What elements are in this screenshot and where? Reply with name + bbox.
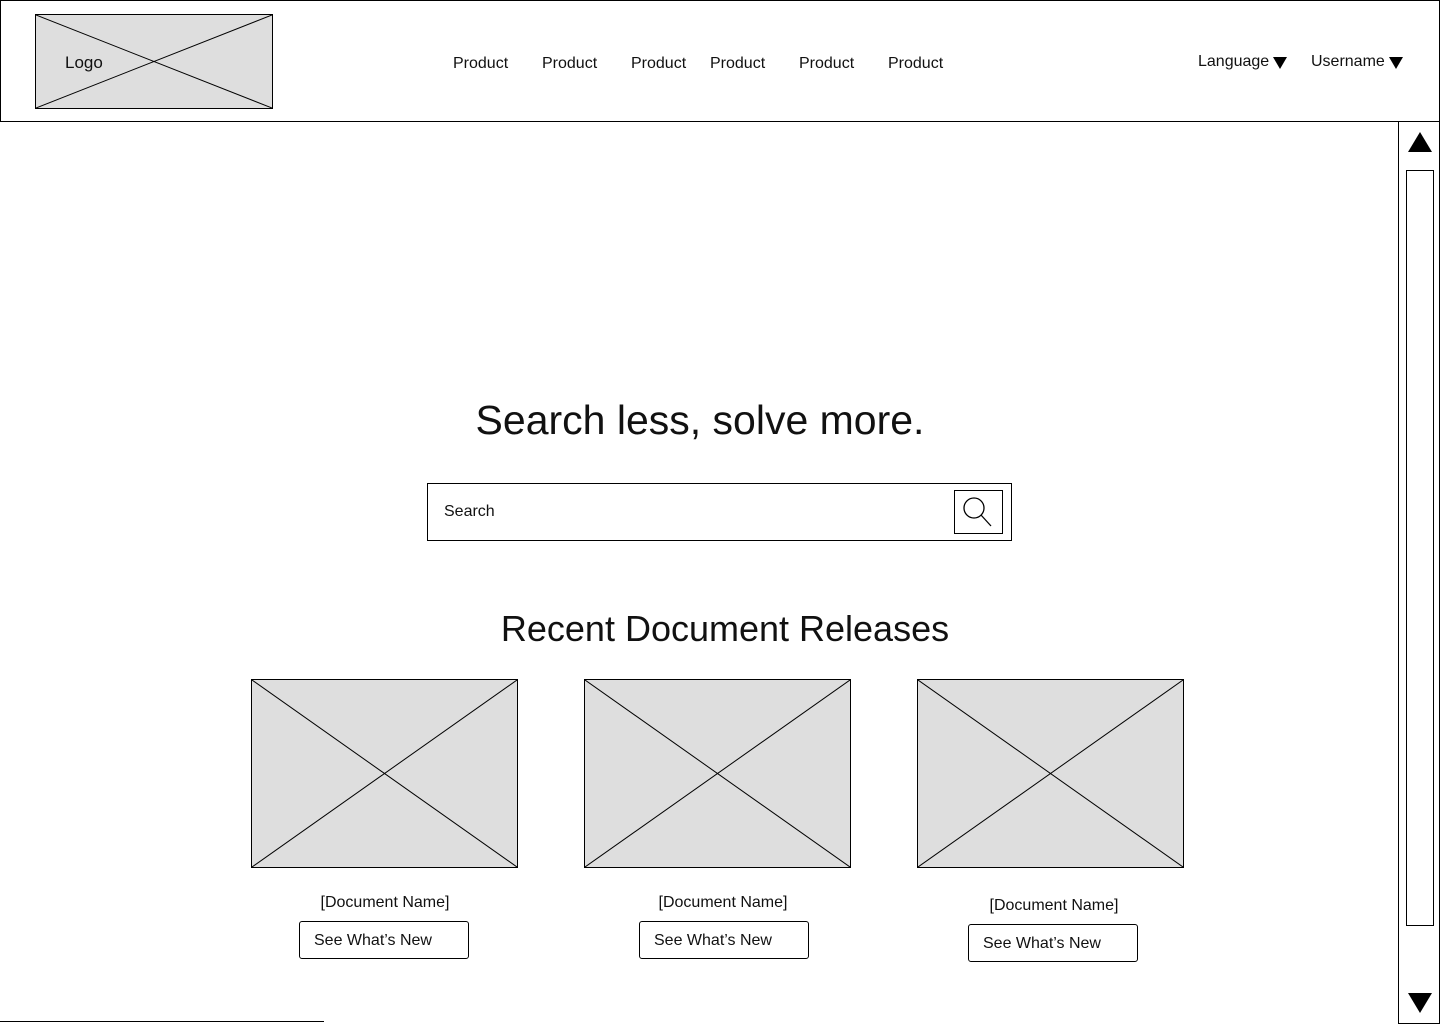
- language-dropdown[interactable]: Language: [1198, 53, 1288, 71]
- chevron-down-icon: [1388, 57, 1403, 69]
- search-box: [427, 483, 1012, 541]
- nav-item-product-4[interactable]: Product: [710, 55, 765, 73]
- hero-title: Search less, solve more.: [475, 397, 925, 443]
- chevron-down-icon: [1273, 57, 1288, 69]
- search-button[interactable]: [954, 490, 1003, 534]
- logo-label: Logo: [65, 53, 103, 72]
- see-whats-new-button-1[interactable]: See What’s New: [299, 921, 469, 959]
- document-thumbnail-3[interactable]: [917, 679, 1184, 868]
- nav-item-product-5[interactable]: Product: [799, 55, 854, 73]
- vertical-scrollbar[interactable]: [1398, 121, 1440, 1024]
- image-placeholder-icon: [585, 680, 850, 867]
- nav-item-product-1[interactable]: Product: [453, 55, 508, 73]
- see-whats-new-button-3[interactable]: See What’s New: [968, 924, 1138, 962]
- document-name-1: [Document Name]: [320, 894, 450, 911]
- language-label: Language: [1198, 53, 1270, 70]
- scroll-up-icon[interactable]: [1408, 132, 1432, 152]
- logo[interactable]: Logo: [35, 14, 273, 109]
- scroll-thumb[interactable]: [1406, 170, 1434, 926]
- search-icon: [963, 497, 992, 527]
- see-whats-new-button-2[interactable]: See What’s New: [639, 921, 809, 959]
- nav-item-product-3[interactable]: Product: [631, 55, 686, 73]
- search-input[interactable]: [444, 498, 944, 526]
- username-label: Username: [1311, 53, 1385, 70]
- document-thumbnail-1[interactable]: [251, 679, 518, 868]
- image-placeholder-icon: [918, 680, 1183, 867]
- document-name-2: [Document Name]: [658, 894, 788, 911]
- page: Logo Product Product Product Product Pro…: [0, 0, 1440, 1024]
- divider: [0, 1021, 324, 1022]
- document-thumbnail-2[interactable]: [584, 679, 851, 868]
- header: Logo Product Product Product Product Pro…: [0, 0, 1440, 122]
- username-dropdown[interactable]: Username: [1311, 53, 1403, 71]
- recent-releases-title: Recent Document Releases: [500, 608, 950, 649]
- scroll-down-icon[interactable]: [1408, 993, 1432, 1013]
- image-placeholder-icon: [252, 680, 517, 867]
- document-name-3: [Document Name]: [989, 897, 1119, 914]
- nav-item-product-2[interactable]: Product: [542, 55, 597, 73]
- nav-item-product-6[interactable]: Product: [888, 55, 943, 73]
